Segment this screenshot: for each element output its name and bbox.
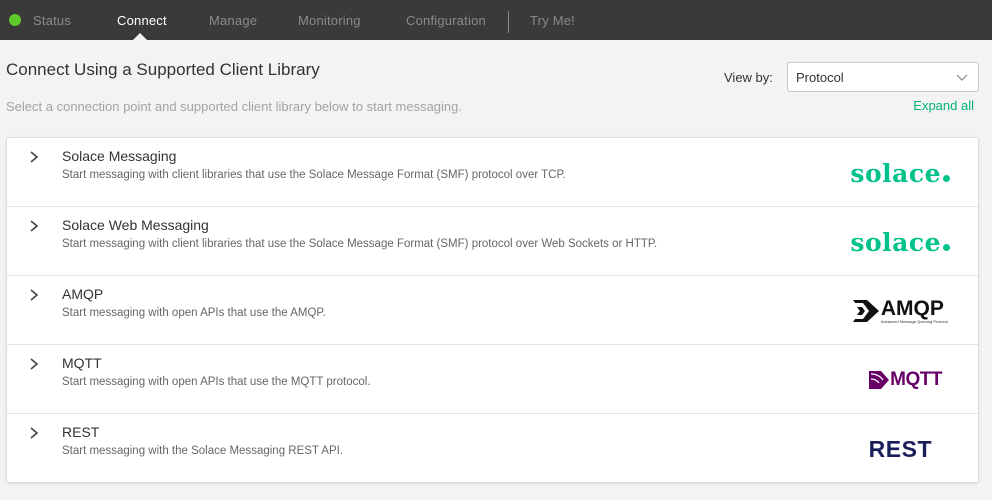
protocol-row-solace-messaging[interactable]: Solace Messaging Start messaging with cl…	[7, 138, 978, 207]
chevron-right-icon	[30, 358, 39, 370]
amqp-logo: AMQP Advanced Message Queuing Protocol	[852, 294, 948, 328]
mqtt-logo: MQTT	[869, 363, 942, 397]
protocol-list: Solace Messaging Start messaging with cl…	[6, 137, 979, 483]
protocol-description: Start messaging with open APIs that use …	[62, 307, 326, 319]
protocol-title: Solace Web Messaging	[62, 217, 209, 233]
protocol-row-amqp[interactable]: AMQP Start messaging with open APIs that…	[7, 276, 978, 345]
nav-tab-manage[interactable]: Manage	[209, 13, 257, 28]
protocol-description: Start messaging with the Solace Messagin…	[62, 445, 344, 457]
nav-tab-connect[interactable]: Connect	[117, 13, 167, 28]
top-navigation: Status Connect Manage Monitoring Configu…	[0, 0, 992, 40]
solace-logo: solace	[850, 225, 950, 259]
nav-tab-monitoring[interactable]: Monitoring	[298, 13, 361, 28]
view-by-selected-value: Protocol	[796, 70, 844, 85]
protocol-title: REST	[62, 424, 100, 440]
protocol-title: Solace Messaging	[62, 148, 177, 164]
chevron-right-icon	[30, 289, 39, 301]
page-subtitle: Select a connection point and supported …	[6, 99, 462, 114]
nav-tab-try-me[interactable]: Try Me!	[530, 13, 575, 28]
protocol-title: MQTT	[62, 355, 102, 371]
protocol-description: Start messaging with client libraries th…	[62, 238, 658, 250]
active-tab-caret-icon	[133, 33, 147, 40]
view-by-label: View by:	[724, 70, 773, 85]
protocol-description: Start messaging with client libraries th…	[62, 169, 566, 181]
protocol-row-mqtt[interactable]: MQTT Start messaging with open APIs that…	[7, 345, 978, 414]
chevron-right-icon	[30, 220, 39, 232]
nav-tab-configuration[interactable]: Configuration	[406, 13, 486, 28]
nav-divider	[508, 11, 509, 33]
protocol-description: Start messaging with open APIs that use …	[62, 376, 371, 388]
chevron-down-icon	[956, 74, 968, 81]
page-title: Connect Using a Supported Client Library	[6, 60, 320, 79]
view-by-select[interactable]: Protocol	[787, 62, 979, 92]
solace-logo: solace	[850, 156, 950, 190]
expand-all-link[interactable]: Expand all	[913, 98, 974, 113]
protocol-title: AMQP	[62, 286, 104, 302]
protocol-row-rest[interactable]: REST Start messaging with the Solace Mes…	[7, 414, 978, 483]
status-indicator-icon	[9, 14, 21, 26]
chevron-right-icon	[30, 151, 39, 163]
nav-tab-status[interactable]: Status	[33, 13, 71, 28]
rest-logo: REST	[868, 435, 932, 462]
chevron-right-icon	[30, 427, 39, 439]
protocol-row-solace-web-messaging[interactable]: Solace Web Messaging Start messaging wit…	[7, 207, 978, 276]
